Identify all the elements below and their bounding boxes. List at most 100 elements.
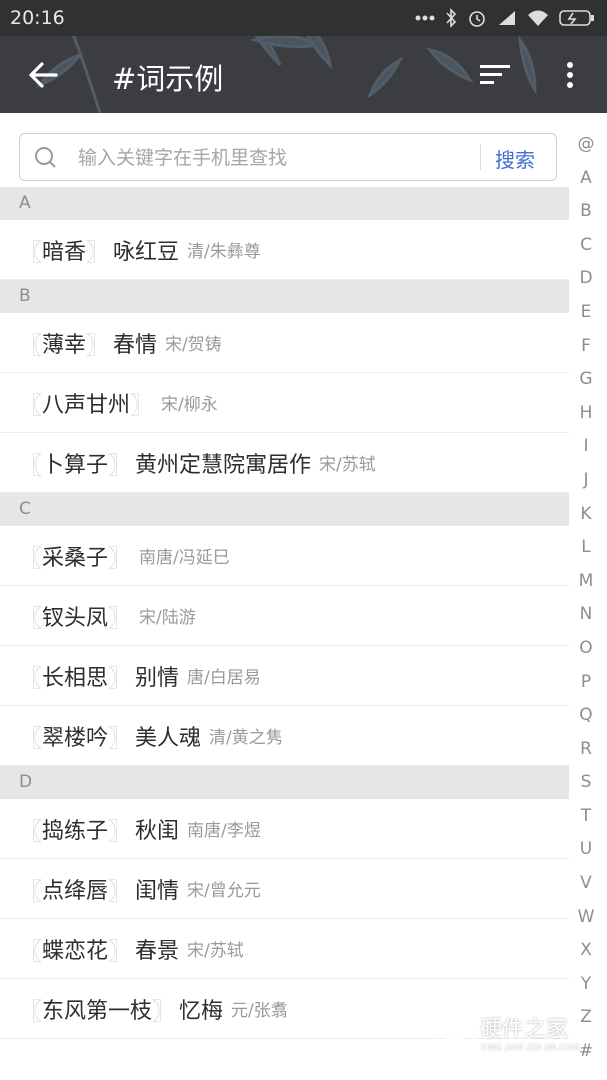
poem-title: 八声甘州	[42, 392, 131, 418]
bracket-left: 〖	[19, 545, 42, 572]
search-input[interactable]	[76, 134, 460, 182]
index-letter[interactable]: Y	[572, 968, 600, 1002]
poem-subtitle: 春景	[135, 938, 180, 964]
bracket-left: 〖	[19, 938, 42, 965]
more-dots-icon	[415, 15, 435, 21]
poem-author: 宋/柳永	[161, 395, 218, 415]
index-letter[interactable]: B	[572, 195, 600, 229]
poem-subtitle: 秋闺	[135, 818, 180, 844]
index-letter[interactable]: I	[572, 430, 600, 464]
bracket-left: 〖	[19, 818, 42, 845]
poem-author: 宋/陆游	[139, 608, 196, 628]
poem-author: 南唐/李煜	[187, 821, 261, 841]
list-item[interactable]: 〖八声甘州〗宋/柳永	[0, 373, 569, 433]
index-letter[interactable]: K	[572, 498, 600, 532]
bluetooth-icon	[446, 8, 457, 28]
bracket-left: 〖	[19, 452, 42, 479]
poem-list: A 〖暗香〗咏红豆 清/朱彝尊 B 〖薄幸〗春情 宋/贺铸〖八声甘州〗宋/柳永〖卜算子〗黄…	[0, 187, 569, 1039]
poem-subtitle: 黄州定慧院寓居作	[135, 452, 312, 478]
page-title: #词示例	[112, 62, 224, 96]
list-item[interactable]: 〖薄幸〗春情 宋/贺铸	[0, 313, 569, 373]
list-item[interactable]: 〖采桑子〗南唐/冯延巳	[0, 526, 569, 586]
bracket-left: 〖	[19, 725, 42, 752]
section-header: C	[0, 493, 569, 526]
status-icons	[415, 8, 595, 28]
toolbar: #词示例	[0, 36, 607, 113]
index-letter[interactable]: F	[572, 330, 600, 364]
poem-subtitle: 闺情	[135, 878, 180, 904]
bracket-left: 〖	[19, 878, 42, 905]
index-letter[interactable]: L	[572, 531, 600, 565]
status-time: 20:16	[10, 7, 65, 29]
poem-author: 元/张翥	[231, 1001, 288, 1021]
bracket-left: 〖	[19, 665, 42, 692]
poem-author: 宋/苏轼	[187, 941, 244, 961]
poem-author: 清/黄之隽	[209, 728, 283, 748]
bracket-right: 〗	[108, 545, 132, 572]
bracket-left: 〖	[19, 605, 42, 632]
index-letter[interactable]: S	[572, 766, 600, 800]
list-item[interactable]: 〖长相思〗别情 唐/白居易	[0, 646, 569, 706]
list-item[interactable]: 〖翠楼吟〗美人魂 清/黄之隽	[0, 706, 569, 766]
bracket-right: 〗	[108, 605, 132, 632]
index-letter[interactable]: E	[572, 296, 600, 330]
index-letter[interactable]: A	[572, 162, 600, 196]
poem-author: 南唐/冯延巳	[139, 548, 230, 568]
status-bar: 20:16	[0, 0, 607, 36]
index-letter[interactable]: G	[572, 363, 600, 397]
section-header: B	[0, 280, 569, 313]
poem-subtitle: 忆梅	[179, 998, 224, 1024]
poem-author: 唐/白居易	[187, 668, 261, 688]
poem-subtitle: 美人魂	[135, 725, 202, 751]
search-button[interactable]: 搜索	[495, 144, 535, 173]
poem-title: 卜算子	[42, 452, 109, 478]
bracket-left: 〖	[19, 998, 42, 1025]
poem-subtitle: 别情	[135, 665, 180, 691]
back-arrow-icon[interactable]	[26, 58, 60, 92]
index-letter[interactable]: T	[572, 800, 600, 834]
index-letter[interactable]: V	[572, 867, 600, 901]
index-letter[interactable]: H	[572, 397, 600, 431]
index-letter[interactable]: N	[572, 598, 600, 632]
list-item[interactable]: 〖蝶恋花〗春景 宋/苏轼	[0, 919, 569, 979]
bracket-left: 〖	[19, 332, 42, 359]
poem-author: 宋/曾允元	[187, 881, 261, 901]
index-letter[interactable]: W	[572, 901, 600, 935]
list-item[interactable]: 〖钗头凤〗宋/陆游	[0, 586, 569, 646]
poem-title: 捣练子	[42, 818, 109, 844]
index-letter[interactable]: R	[572, 733, 600, 767]
index-letter[interactable]: U	[572, 833, 600, 867]
list-item[interactable]: 〖卜算子〗黄州定慧院寓居作 宋/苏轼	[0, 433, 569, 493]
section-header: A	[0, 187, 569, 220]
index-letter[interactable]: M	[572, 565, 600, 599]
bracket-right: 〗	[108, 452, 132, 479]
index-letter[interactable]: J	[572, 464, 600, 498]
poem-title: 长相思	[42, 665, 109, 691]
bracket-right: 〗	[108, 818, 132, 845]
search-icon	[35, 147, 56, 168]
index-letter[interactable]: C	[572, 229, 600, 263]
bracket-right: 〗	[130, 392, 154, 419]
index-letter[interactable]: D	[572, 262, 600, 296]
index-letter[interactable]: P	[572, 666, 600, 700]
index-letter[interactable]: Q	[572, 699, 600, 733]
bracket-right: 〗	[152, 998, 176, 1025]
alphabet-index-bar[interactable]: @ A B C D E F G H I J K L M N O P Q R S T U V W X Y Z #	[572, 128, 600, 1069]
bracket-left: 〖	[19, 239, 42, 266]
list-item[interactable]: 〖捣练子〗秋闺 南唐/李煜	[0, 799, 569, 859]
poem-title: 点绛唇	[42, 878, 109, 904]
signal-icon	[499, 11, 515, 25]
watermark-logo-icon	[433, 1009, 475, 1057]
alarm-icon	[469, 11, 485, 27]
poem-author: 宋/贺铸	[165, 335, 222, 355]
bracket-left: 〖	[19, 392, 42, 419]
index-letter[interactable]: O	[572, 632, 600, 666]
list-item[interactable]: 〖点绛唇〗闺情 宋/曾允元	[0, 859, 569, 919]
list-item[interactable]: 〖暗香〗咏红豆 清/朱彝尊	[0, 220, 569, 280]
index-letter[interactable]: @	[572, 128, 600, 162]
sort-icon[interactable]	[478, 60, 512, 90]
more-vert-icon[interactable]	[558, 58, 582, 92]
search-divider	[480, 144, 481, 170]
index-letter[interactable]: X	[572, 934, 600, 968]
poem-subtitle: 咏红豆	[113, 239, 180, 265]
